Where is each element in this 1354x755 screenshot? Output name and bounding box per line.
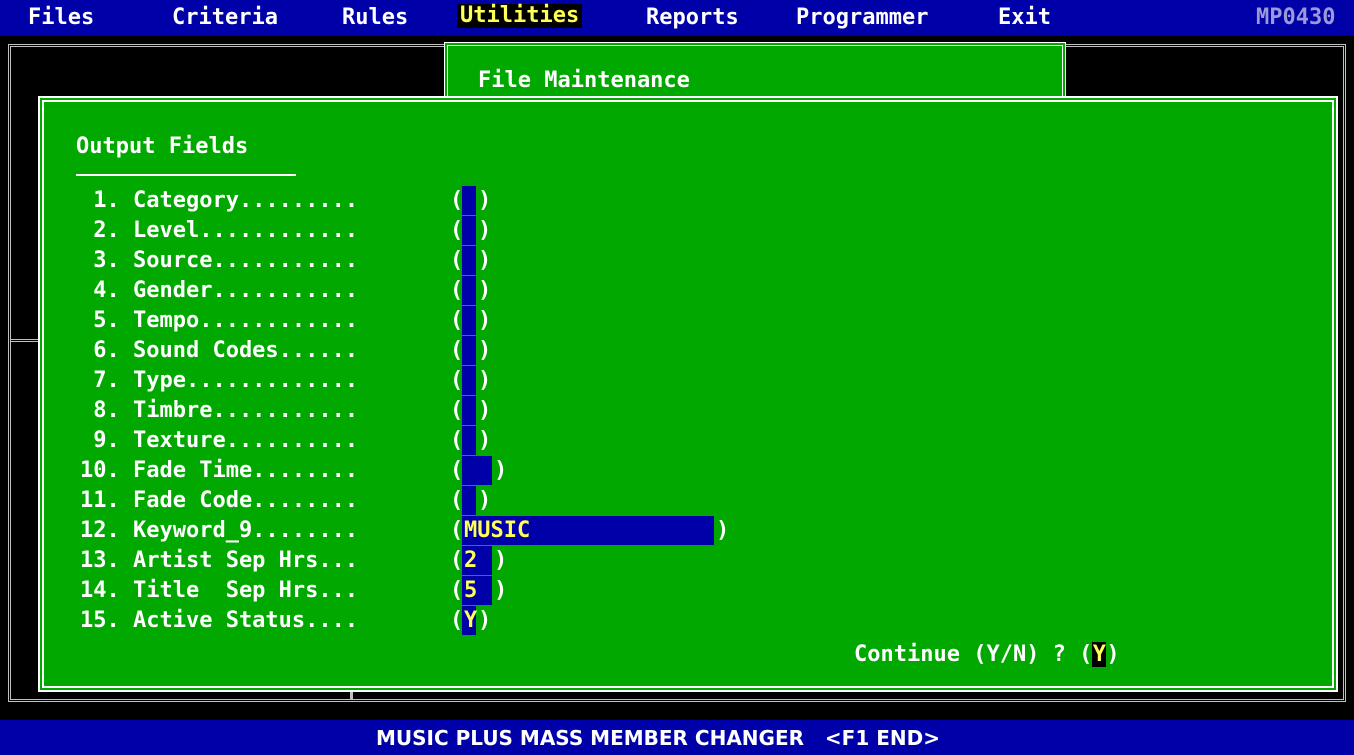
field-input-keyword-9[interactable]: MUSIC: [462, 516, 714, 545]
field-close-paren: ): [478, 248, 492, 273]
continue-answer-input[interactable]: Y: [1092, 642, 1107, 667]
field-row: 9. Texture.......... ( ): [80, 426, 780, 455]
menu-utilities[interactable]: Utilities: [457, 4, 583, 28]
field-label: 1. Category.........: [80, 188, 359, 213]
status-bar: MUSIC PLUS MASS MEMBER CHANGER <F1 END>: [0, 720, 1354, 755]
field-input-sound-codes[interactable]: [462, 336, 476, 365]
field-row: 1. Category......... ( ): [80, 186, 780, 215]
field-row: 15. Active Status.... ( Y ): [80, 606, 780, 635]
field-input-gender[interactable]: [462, 276, 476, 305]
field-close-paren: ): [478, 188, 492, 213]
field-close-paren: ): [494, 548, 508, 573]
field-close-paren: ): [478, 218, 492, 243]
field-label: 7. Type.............: [80, 368, 359, 393]
field-input-source[interactable]: [462, 246, 476, 275]
continue-prompt-text: Continue (Y/N) ? (: [854, 642, 1093, 667]
field-label: 15. Active Status....: [80, 608, 359, 633]
field-label: 3. Source...........: [80, 248, 359, 273]
field-close-paren: ): [494, 458, 508, 483]
field-close-paren: ): [478, 338, 492, 363]
field-input-fade-code[interactable]: [462, 486, 476, 515]
field-close-paren: ): [478, 398, 492, 423]
field-row: 4. Gender........... ( ): [80, 276, 780, 305]
field-input-level[interactable]: [462, 216, 476, 245]
menu-criteria[interactable]: Criteria: [172, 6, 278, 30]
field-close-paren: ): [478, 278, 492, 303]
menu-reports[interactable]: Reports: [646, 6, 739, 30]
field-row: 13. Artist Sep Hrs... ( 2 ): [80, 546, 780, 575]
menu-files[interactable]: Files: [28, 6, 94, 30]
menu-programmer[interactable]: Programmer: [796, 6, 928, 30]
field-close-paren: ): [478, 368, 492, 393]
field-close-paren: ): [716, 518, 730, 543]
field-label: 5. Tempo............: [80, 308, 359, 333]
field-row: 5. Tempo............ ( ): [80, 306, 780, 335]
section-heading: Output Fields: [76, 134, 249, 159]
field-row: 6. Sound Codes...... ( ): [80, 336, 780, 365]
field-row: 11. Fade Code........ ( ): [80, 486, 780, 515]
field-row: 7. Type............. ( ): [80, 366, 780, 395]
menu-exit[interactable]: Exit: [998, 6, 1051, 30]
field-input-timbre[interactable]: [462, 396, 476, 425]
menu-rules[interactable]: Rules: [342, 6, 408, 30]
field-row: 8. Timbre........... ( ): [80, 396, 780, 425]
field-row: 10. Fade Time........ ( ): [80, 456, 780, 485]
field-row: 12. Keyword_9........ ( MUSIC ): [80, 516, 780, 545]
field-close-paren: ): [478, 608, 492, 633]
field-close-paren: ): [478, 308, 492, 333]
continue-prompt-close: ): [1106, 642, 1120, 667]
field-row: 2. Level............ ( ): [80, 216, 780, 245]
field-label: 8. Timbre...........: [80, 398, 359, 423]
field-input-active-status[interactable]: Y: [462, 606, 477, 635]
output-fields-window: Output Fields 1. Category......... ( ) 2…: [38, 96, 1338, 692]
window-title: File Maintenance: [478, 68, 690, 93]
field-label: 10. Fade Time........: [80, 458, 359, 483]
field-input-texture[interactable]: [462, 426, 476, 455]
field-input-category[interactable]: [462, 186, 476, 215]
field-label: 6. Sound Codes......: [80, 338, 359, 363]
field-input-artist-sep-hrs[interactable]: 2: [462, 546, 492, 575]
program-id: MP0430: [1256, 5, 1336, 30]
field-input-tempo[interactable]: [462, 306, 476, 335]
field-input-type[interactable]: [462, 366, 476, 395]
field-input-title-sep-hrs[interactable]: 5: [462, 576, 492, 605]
field-input-fade-time[interactable]: [462, 456, 492, 485]
field-label: 13. Artist Sep Hrs...: [80, 548, 359, 573]
field-label: 2. Level............: [80, 218, 359, 243]
field-label: 12. Keyword_9........: [80, 518, 359, 543]
field-close-paren: ): [494, 578, 508, 603]
field-label: 14. Title Sep Hrs...: [80, 578, 359, 603]
field-label: 4. Gender...........: [80, 278, 359, 303]
continue-prompt: Continue (Y/N) ? (Y): [854, 642, 1120, 667]
field-close-paren: ): [478, 488, 492, 513]
field-label: 9. Texture..........: [80, 428, 359, 453]
status-text: MUSIC PLUS MASS MEMBER CHANGER <F1 END>: [376, 726, 940, 750]
field-close-paren: ): [478, 428, 492, 453]
field-row: 14. Title Sep Hrs... ( 5 ): [80, 576, 780, 605]
field-label: 11. Fade Code........: [80, 488, 359, 513]
menu-bar: Files Criteria Rules Utilities Reports P…: [0, 0, 1354, 36]
heading-underline: [76, 174, 296, 176]
field-row: 3. Source........... ( ): [80, 246, 780, 275]
